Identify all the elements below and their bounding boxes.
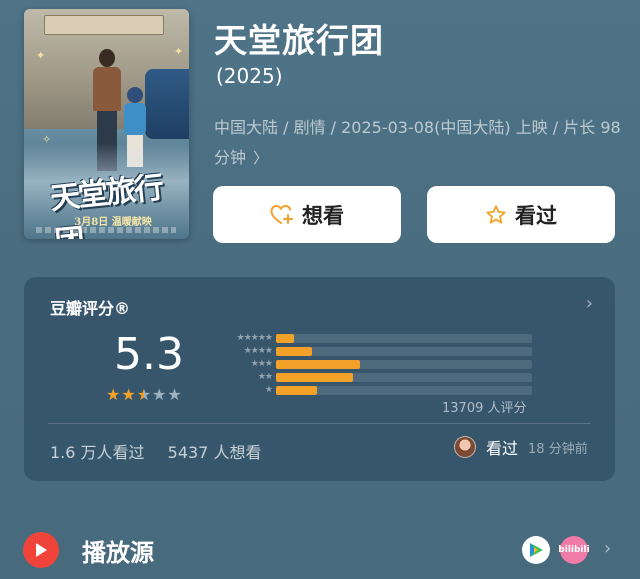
rating-section-title: 豆瓣评分®: [50, 299, 131, 318]
want-to-watch-button[interactable]: 想看: [213, 186, 401, 243]
bilibili-icon[interactable]: bilibili: [558, 536, 590, 564]
chevron-right-icon: 〉: [253, 149, 269, 167]
rating-stars: ★ ★ ★ ★ ★: [106, 387, 182, 403]
bar-star-level-icon: ★: [264, 385, 273, 395]
rating-bar-track: [276, 372, 532, 382]
rating-star-icon: ★: [167, 385, 182, 404]
play-source-icon[interactable]: [23, 532, 59, 568]
poster-sign: [44, 15, 164, 35]
rating-card[interactable]: 豆瓣评分® › 5.3 ★ ★ ★ ★ ★ ★★★★★ ★★★★ ★★★ ★★ ★ 13709 …: [24, 277, 615, 481]
watched-count: 1.6 万人看过: [50, 443, 145, 462]
chevron-right-icon[interactable]: ›: [604, 538, 611, 559]
poster-star-icon: ✦: [174, 45, 184, 58]
rating-bar-fill: [276, 372, 353, 382]
audience-stats[interactable]: 1.6 万人看过 5437 人想看: [50, 439, 261, 463]
poster-release-line: 3月8日 温暖献映: [74, 217, 152, 228]
rating-bar-fill: [276, 359, 360, 369]
rating-bar-fill: [276, 385, 317, 395]
rating-star-icon: ★: [152, 385, 167, 404]
want-count: 5437 人想看: [167, 443, 262, 462]
rating-bar-track: [276, 346, 532, 356]
friend-time: 18 分钟前: [528, 441, 588, 457]
movie-poster[interactable]: ✦ ✦ ✧ 天堂旅行团 3月8日 温暖献映: [24, 9, 189, 239]
chevron-right-icon[interactable]: ›: [586, 293, 593, 314]
avatar: [454, 436, 476, 458]
bar-star-level-icon: ★★★★★: [236, 333, 273, 343]
movie-year: (2025): [216, 64, 283, 88]
rating-bar-track: [276, 333, 532, 343]
poster-star-icon: ✧: [42, 133, 52, 146]
star-outline-icon: [485, 204, 507, 226]
rating-bar-fill: [276, 346, 312, 356]
rating-star-icon: ★: [136, 385, 152, 404]
bar-star-level-icon: ★★★★: [243, 346, 273, 356]
divider: [48, 423, 591, 424]
bar-star-level-icon: ★★: [257, 372, 273, 382]
rating-score: 5.3: [114, 329, 184, 380]
rating-star-icon: ★: [106, 385, 121, 404]
rating-bar-track: [276, 359, 532, 369]
video-platform-icon[interactable]: [522, 536, 550, 564]
friend-activity[interactable]: 看过 18 分钟前: [454, 435, 588, 459]
play-source-label[interactable]: 播放源: [82, 533, 154, 568]
want-to-watch-label: 想看: [302, 203, 344, 228]
poster-van: [145, 69, 189, 139]
watched-label: 看过: [515, 203, 557, 228]
movie-meta-text: 中国大陆 / 剧情 / 2025-03-08(中国大陆) 上映 / 片长 98 …: [214, 118, 621, 167]
watched-button[interactable]: 看过: [427, 186, 615, 243]
rating-bar-fill: [276, 333, 294, 343]
movie-meta[interactable]: 中国大陆 / 剧情 / 2025-03-08(中国大陆) 上映 / 片长 98 …: [214, 113, 624, 173]
heart-plus-icon: [270, 204, 294, 226]
rating-count: 13709 人评分: [442, 401, 527, 416]
friend-action: 看过: [486, 439, 519, 458]
rating-star-icon: ★: [121, 385, 136, 404]
poster-credits: [36, 227, 176, 233]
movie-title: 天堂旅行团: [214, 21, 384, 60]
bar-star-level-icon: ★★★: [250, 359, 273, 369]
rating-bar-track: [276, 385, 532, 395]
poster-star-icon: ✦: [36, 49, 46, 62]
